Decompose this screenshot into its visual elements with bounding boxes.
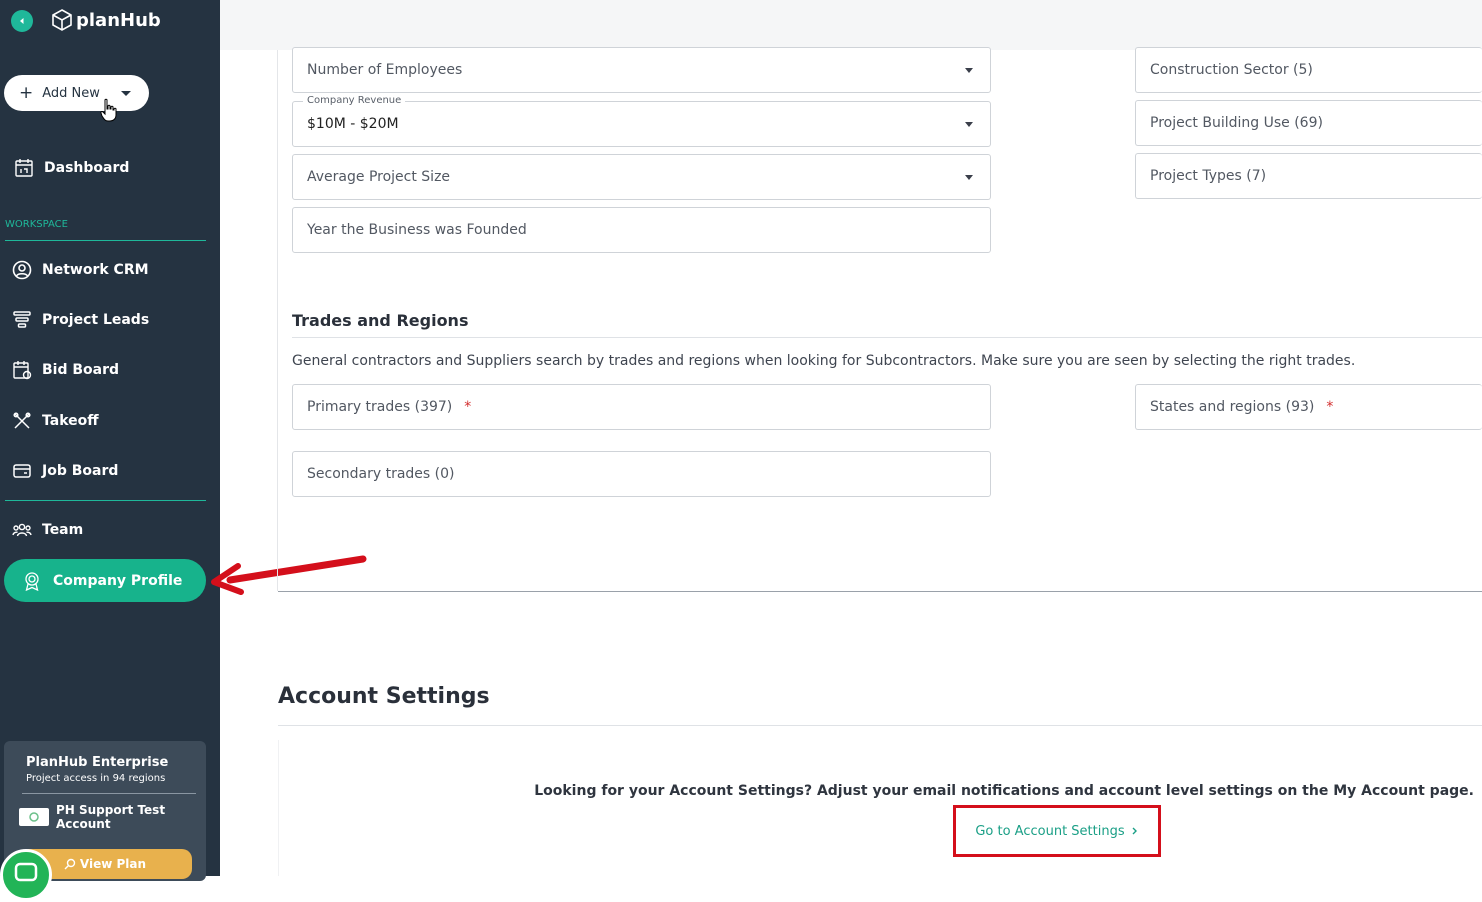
annotation-arrow-icon [211, 555, 367, 595]
company-revenue-select[interactable]: Company Revenue $10M - $20M [292, 95, 991, 147]
chevron-down-icon [121, 91, 131, 96]
states-regions-field[interactable]: States and regions (93) * [1135, 384, 1482, 430]
construction-sector-label: Construction Sector (5) [1150, 62, 1313, 78]
sidebar: planHub + Add New Dashboard WORKSPACE Ne… [0, 0, 220, 901]
dashboard-calendar-icon [15, 159, 33, 177]
states-regions-label: States and regions (93) [1150, 399, 1315, 415]
building-use-field[interactable]: Project Building Use (69) [1135, 100, 1482, 146]
account-settings-message: Looking for your Account Settings? Adjus… [534, 783, 1474, 799]
section-divider [278, 725, 1482, 726]
hand-cursor-icon [100, 98, 117, 122]
sidebar-item-company-profile[interactable]: Company Profile [4, 559, 206, 602]
sidebar-item-label: Network CRM [42, 262, 149, 278]
collapse-sidebar-button[interactable] [11, 10, 33, 32]
company-revenue-legend: Company Revenue [303, 95, 406, 106]
sidebar-item-project-leads[interactable]: Project Leads [12, 310, 149, 330]
account-panel-border [278, 740, 279, 876]
plus-icon: + [19, 82, 34, 103]
go-to-account-settings-button[interactable]: Go to Account Settings [962, 812, 1152, 850]
calendar-board-icon [13, 361, 32, 380]
plan-title: PlanHub Enterprise [26, 755, 169, 770]
average-project-size-select[interactable]: Average Project Size [292, 154, 991, 200]
sidebar-item-label: Dashboard [44, 160, 130, 176]
required-mark: * [464, 399, 472, 415]
sidebar-item-job-board[interactable]: Job Board [12, 461, 118, 481]
sidebar-item-label: Bid Board [42, 362, 120, 378]
chat-icon [14, 862, 38, 882]
section-divider [292, 337, 1482, 338]
account-logo [19, 808, 49, 827]
plan-divider [22, 793, 196, 794]
top-bar [220, 0, 1482, 50]
sidebar-item-label: Job Board [42, 463, 119, 479]
chevron-right-icon [1132, 827, 1137, 835]
card-icon [13, 464, 31, 478]
sidebar-item-label: Takeoff [42, 413, 99, 429]
sidebar-item-takeoff[interactable]: Takeoff [12, 411, 99, 431]
planhub-logo[interactable]: planHub [50, 8, 161, 32]
sidebar-divider [5, 240, 206, 241]
trades-regions-description: General contractors and Suppliers search… [292, 353, 1356, 369]
caret-down-icon [965, 122, 973, 127]
avg-project-size-placeholder: Average Project Size [307, 169, 451, 185]
workspace-section-label: WORKSPACE [5, 219, 68, 230]
account-name: PH Support Test Account [55, 803, 166, 832]
primary-trades-label: Primary trades (397) [307, 399, 453, 415]
company-revenue-value: $10M - $20M [307, 116, 399, 132]
caret-down-icon [965, 68, 973, 73]
sidebar-item-label: Company Profile [53, 572, 183, 589]
brand-name: planHub [76, 9, 161, 31]
year-founded-input[interactable]: Year the Business was Founded [292, 207, 991, 253]
caret-down-icon [965, 175, 973, 180]
sidebar-item-dashboard[interactable]: Dashboard [14, 158, 129, 178]
sidebar-item-team[interactable]: Team [12, 520, 83, 540]
view-plan-label: View Plan [79, 857, 147, 871]
funnel-icon [13, 311, 31, 328]
chevron-left-icon [20, 18, 24, 24]
plan-subtitle: Project access in 94 regions [26, 773, 166, 784]
chat-widget-button[interactable] [0, 849, 52, 901]
add-new-label: Add New [42, 85, 100, 101]
content-border [277, 50, 278, 591]
sidebar-divider [5, 500, 206, 501]
trades-regions-heading: Trades and Regions [292, 311, 469, 330]
project-types-label: Project Types (7) [1150, 168, 1267, 184]
logo-cube-icon [52, 9, 72, 31]
card-bottom-border [278, 591, 1482, 592]
team-icon [12, 523, 32, 537]
sidebar-item-label: Team [42, 522, 84, 538]
plan-account[interactable]: PH Support Test Account [19, 803, 192, 832]
sidebar-item-network-crm[interactable]: Network CRM [12, 260, 149, 280]
secondary-trades-field[interactable]: Secondary trades (0) [292, 451, 991, 497]
building-use-label: Project Building Use (69) [1150, 115, 1323, 131]
takeoff-tools-icon [13, 412, 31, 429]
project-types-field[interactable]: Project Types (7) [1135, 153, 1482, 199]
award-badge-icon [25, 571, 39, 591]
employees-placeholder: Number of Employees [307, 62, 463, 78]
year-founded-placeholder: Year the Business was Founded [307, 222, 527, 238]
employees-select[interactable]: Number of Employees [292, 47, 991, 93]
go-to-account-settings-label: Go to Account Settings [975, 823, 1125, 839]
sidebar-item-bid-board[interactable]: Bid Board [12, 360, 119, 380]
construction-sector-field[interactable]: Construction Sector (5) [1135, 47, 1482, 93]
search-icon [64, 858, 76, 870]
user-circle-icon [12, 260, 32, 280]
add-new-button[interactable]: + Add New [4, 75, 149, 111]
leaf-logo-icon [29, 812, 39, 823]
account-settings-heading: Account Settings [278, 684, 490, 709]
sidebar-item-label: Project Leads [42, 312, 150, 328]
required-mark: * [1326, 399, 1334, 415]
secondary-trades-label: Secondary trades (0) [307, 466, 455, 482]
primary-trades-field[interactable]: Primary trades (397) * [292, 384, 991, 430]
